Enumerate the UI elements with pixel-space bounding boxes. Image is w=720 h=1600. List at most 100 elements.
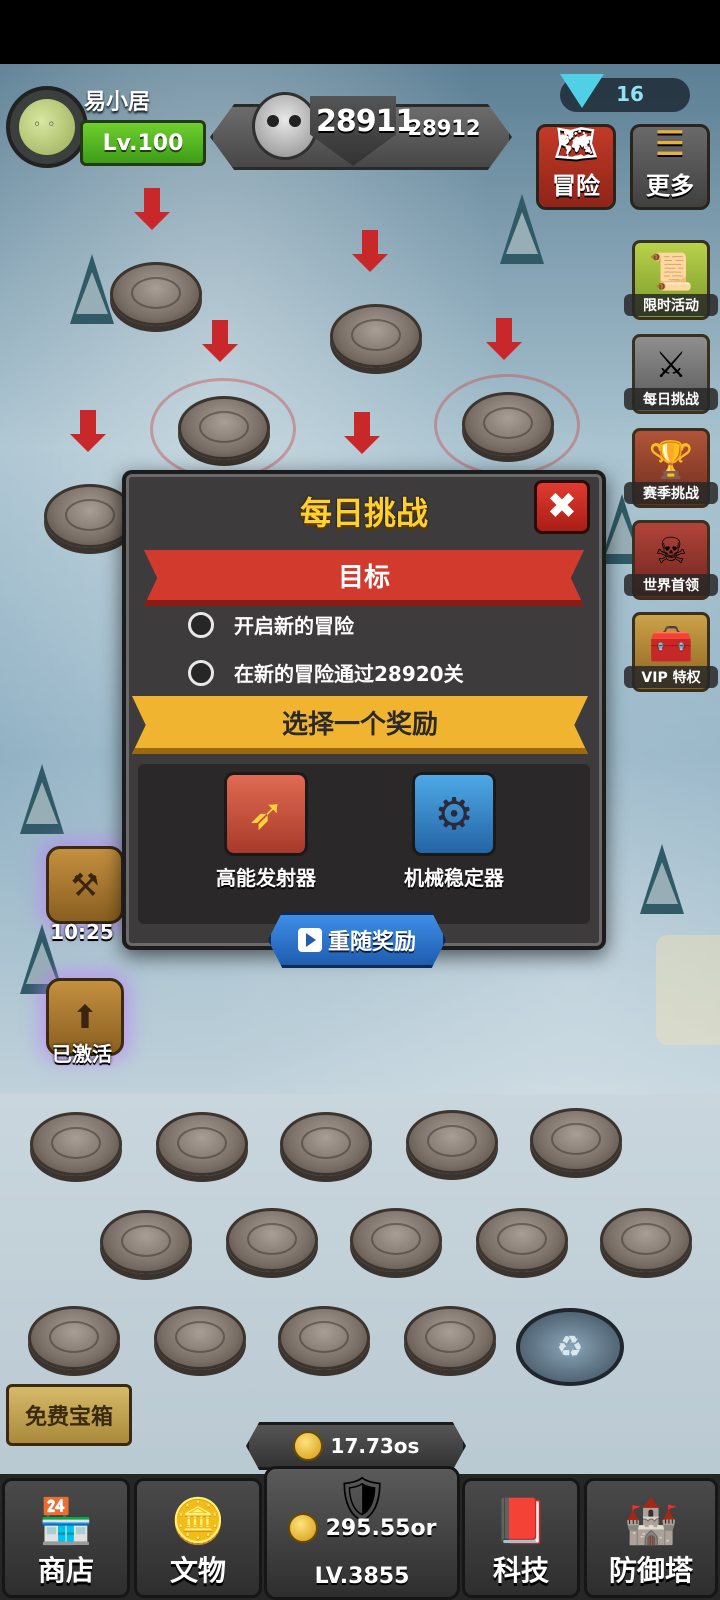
tower-pad[interactable] [600,1208,692,1272]
player-level-badge: Lv.100 [80,120,206,166]
avatar[interactable] [6,86,88,168]
tower-pad[interactable] [100,1210,192,1274]
world-boss-label: 世界首领 [624,574,718,596]
reroll-reward-button[interactable]: 重随奖励 [268,912,446,968]
mechanical-stabilizer-icon: ⚙ [434,788,474,840]
tower-pad[interactable] [330,304,422,368]
tower-pad[interactable] [280,1112,372,1176]
recycle-icon[interactable]: ♻ [516,1308,624,1386]
goal-header: 目标 [144,550,584,606]
tower-pad[interactable] [28,1306,120,1370]
boost-status: 已激活 [52,1042,112,1066]
placement-arrow-icon [134,188,170,230]
crossed-swords-icon: ⚔ [654,345,688,386]
coin-icon [292,1431,323,1461]
reroll-label: 重随奖励 [327,930,416,955]
skull-banner-icon: ☠ [654,531,688,572]
placement-arrow-icon [344,412,380,454]
tower-pad[interactable] [462,392,554,456]
video-play-icon [297,928,322,952]
scroll-icon: 📜 [648,252,694,293]
tab-shop[interactable]: 🏪 商店 [2,1478,130,1598]
tab-towers[interactable]: 🏰 防御塔 [584,1478,718,1598]
placement-arrow-icon [70,410,106,452]
tower-pad[interactable] [350,1208,442,1272]
tower-pad[interactable] [110,262,202,326]
treasure-chest-icon: 🧰 [648,624,694,665]
objective-item: 开启新的冒险 [188,610,354,639]
gem-count: 16 [616,82,644,106]
more-label: 更多 [646,172,694,200]
adventure-button[interactable]: 🗺 冒险 [536,124,616,210]
anvil-timer: 10:25 [50,920,114,944]
tower-pad[interactable] [226,1208,318,1272]
tab-castle-upgrade[interactable]: 🛡 295.55or LV.3855 [264,1466,460,1600]
current-power: 28911 [316,104,416,139]
tower-pad[interactable] [178,396,270,460]
daily-challenge-dialog: 每日挑战 ✖ 目标 开启新的冒险 在新的冒险通过28920关 选择一个奖励 ➶ … [122,470,606,950]
limited-event-label: 限时活动 [624,294,718,316]
tower-pad[interactable] [530,1108,622,1172]
avatar-face [19,99,75,155]
gold-rate: 17.73os [246,1422,466,1470]
tower-pad[interactable] [404,1306,496,1370]
upgrade-arrow-icon: ⬆ [71,998,99,1036]
reward-area [138,764,590,924]
skull-icon [252,92,318,160]
dialog-title: 每日挑战 [299,494,428,532]
coin-icon [287,1513,318,1543]
reward-label: 高能发射器 [216,866,316,890]
upgrade-cost: 295.55or [267,1513,457,1543]
trophy-icon: 🏆 [648,440,694,481]
objective-text: 开启新的冒险 [234,614,354,638]
vip-label: VIP 特权 [624,666,718,688]
upgrade-cost-value: 295.55or [325,1515,437,1541]
objective-item: 在新的冒险通过28920关 [188,658,464,687]
daily-challenge-label: 每日挑战 [624,388,718,410]
tab-tech[interactable]: 📕 科技 [462,1478,580,1598]
tab-shop-label: 商店 [37,1554,94,1587]
next-power: 28912 [407,116,481,140]
tab-tech-label: 科技 [492,1554,549,1587]
free-chest-button[interactable]: 免费宝箱 [6,1384,132,1446]
faded-side-panel [656,935,720,1045]
status-bar [0,0,720,64]
gold-rate-value: 17.73os [330,1434,420,1458]
castle-level: LV.3855 [314,1564,410,1589]
season-challenge-label: 赛季挑战 [624,482,718,504]
tower-pad[interactable] [154,1306,246,1370]
reward-option-energy-launcher[interactable]: ➶ [224,772,308,856]
objective-text: 在新的冒险通过28920关 [234,662,464,686]
diamond-icon [560,74,604,108]
adventure-label: 冒险 [552,172,600,200]
tower-icon: 🏰 [623,1496,679,1547]
placement-arrow-icon [486,318,522,360]
tower-pad[interactable] [156,1112,248,1176]
tab-artifacts-label: 文物 [169,1554,226,1587]
close-icon: ✖ [546,486,578,527]
pine-tree [70,254,114,324]
reward-label: 机械稳定器 [404,866,504,890]
objective-radio-icon [188,659,214,686]
tower-pad[interactable] [30,1112,122,1176]
tower-pad[interactable] [406,1110,498,1174]
artifact-icon: 🪙 [170,1496,226,1547]
menu-list-icon: ☰ [654,124,686,164]
more-button[interactable]: ☰ 更多 [630,124,710,210]
close-button[interactable]: ✖ [534,480,590,534]
pine-tree [20,764,64,834]
objective-radio-icon [188,611,214,638]
pine-tree [640,844,684,914]
shop-icon: 🏪 [38,1496,94,1547]
anvil-icon: ⚒ [70,866,100,904]
map-icon: 🗺 [554,124,598,164]
reward-option-mechanical-stabilizer[interactable]: ⚙ [412,772,496,856]
tower-pad[interactable] [476,1208,568,1272]
placement-arrow-icon [352,230,388,272]
tab-artifacts[interactable]: 🪙 文物 [134,1478,262,1598]
placement-arrow-icon [202,320,238,362]
tower-pad[interactable] [278,1306,370,1370]
player-name: 易小居 [84,90,151,115]
tech-book-icon: 📕 [493,1496,549,1547]
anvil-button[interactable]: ⚒ [46,846,124,924]
